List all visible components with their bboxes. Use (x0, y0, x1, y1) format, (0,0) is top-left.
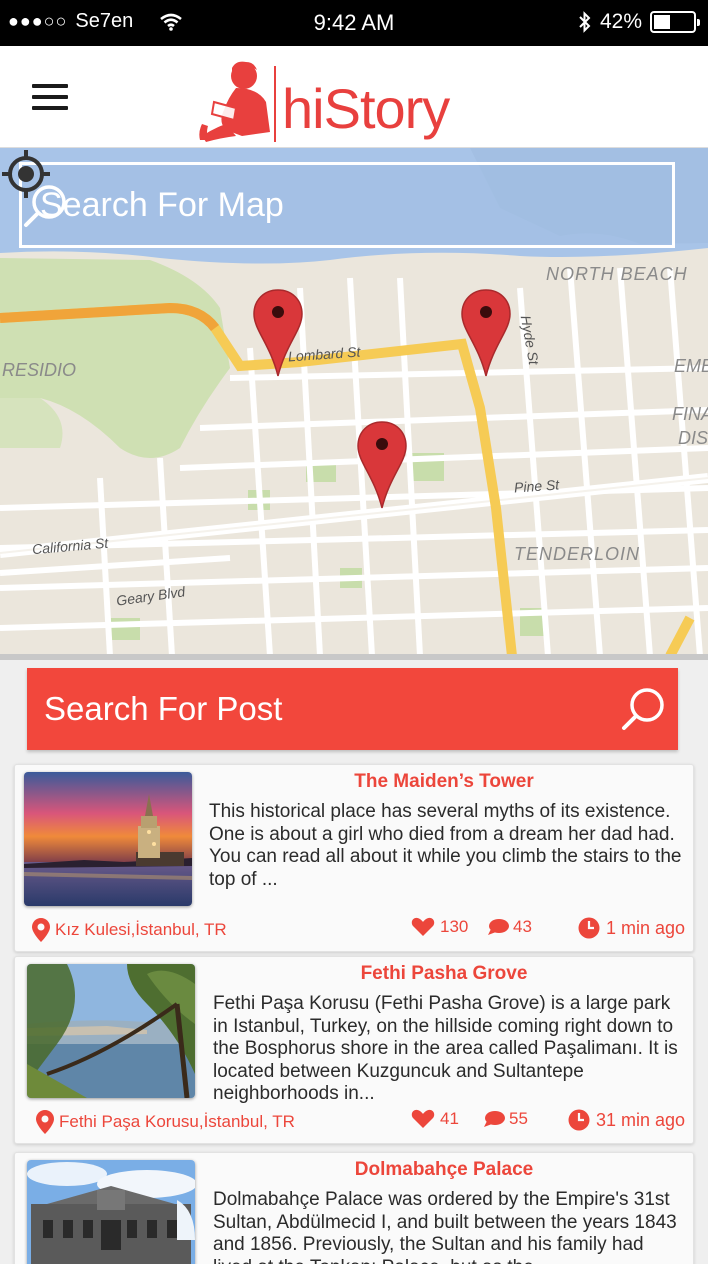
heart-icon (411, 1109, 435, 1128)
clock-icon (578, 917, 600, 939)
post-thumbnail[interactable] (27, 1160, 195, 1264)
my-location-icon[interactable] (0, 148, 52, 200)
post-location[interactable]: Kız Kulesi,İstanbul, TR (31, 917, 227, 943)
post-likes[interactable]: 41 (411, 1109, 459, 1129)
hamburger-menu-icon[interactable] (32, 84, 68, 112)
clock-icon (568, 1109, 590, 1131)
comment-icon (484, 1111, 505, 1127)
post-description: Fethi Paşa Korusu (Fethi Pasha Grove) is… (213, 993, 678, 1104)
post-thumbnail[interactable] (27, 964, 195, 1098)
post-card[interactable]: Fethi Pasha Grove Fethi Paşa Korusu (Fet… (14, 956, 694, 1144)
post-location-text: Kız Kulesi,İstanbul, TR (55, 920, 227, 939)
post-card[interactable]: The Maiden’s Tower This historical place… (14, 764, 694, 952)
heart-icon (411, 917, 435, 936)
post-time: 1 min ago (578, 917, 685, 939)
likes-count: 41 (440, 1109, 459, 1128)
post-time: 31 min ago (568, 1109, 685, 1131)
status-right: 42% (578, 10, 700, 34)
map-label: EMB (674, 356, 708, 376)
post-description: This historical place has several myths … (209, 801, 682, 890)
battery-percent: 42% (599, 10, 642, 33)
post-likes[interactable]: 130 (411, 917, 468, 937)
post-time-text: 31 min ago (595, 1109, 685, 1130)
map-label: RESIDIO (2, 360, 77, 380)
map-label: FINA (672, 404, 708, 424)
post-location[interactable]: Fethi Paşa Korusu,İstanbul, TR (35, 1109, 295, 1135)
map-pin-icon[interactable] (252, 288, 304, 378)
battery-fill (654, 15, 670, 29)
post-meta: Fethi Paşa Korusu,İstanbul, TR 41 55 31 … (35, 1107, 685, 1135)
app-logo: hiStory (196, 58, 486, 146)
status-bar: ●●●○○ Se7en 9:42 AM 42% (0, 0, 708, 46)
logo-divider (274, 66, 276, 142)
comment-icon (488, 919, 509, 935)
maidens-tower-photo (24, 772, 192, 906)
grove-photo (27, 964, 195, 1098)
post-comments[interactable]: 43 (487, 917, 532, 937)
map-pin-icon[interactable] (356, 420, 408, 510)
post-search-input[interactable] (27, 690, 587, 728)
post-title[interactable]: The Maiden’s Tower (205, 771, 683, 793)
map-label: TENDERLOIN (514, 544, 641, 564)
location-pin-icon (36, 1110, 54, 1134)
post-title[interactable]: Fethi Pasha Grove (205, 963, 683, 985)
post-card[interactable]: Dolmabahçe Palace Dolmabahçe Palace was … (14, 1152, 694, 1264)
post-search-bar (27, 668, 678, 750)
post-comments[interactable]: 55 (483, 1109, 528, 1129)
map-search-bar (19, 162, 675, 248)
post-title[interactable]: Dolmabahçe Palace (205, 1159, 683, 1181)
comments-count: 43 (513, 917, 532, 936)
reading-child-logo-icon (199, 61, 270, 142)
location-pin-icon (32, 918, 50, 942)
map-divider (0, 654, 708, 660)
battery-icon (650, 11, 700, 33)
map-label: NORTH BEACH (546, 264, 688, 284)
likes-count: 130 (440, 917, 469, 936)
comments-count: 55 (509, 1109, 528, 1128)
post-meta: Kız Kulesi,İstanbul, TR 130 43 1 min ago (31, 915, 685, 943)
post-location-text: Fethi Paşa Korusu,İstanbul, TR (59, 1112, 295, 1131)
post-thumbnail[interactable] (24, 772, 192, 906)
search-icon[interactable] (620, 686, 666, 732)
palace-photo (27, 1160, 195, 1264)
bluetooth-icon (579, 11, 591, 33)
app-header: hiStory (0, 46, 708, 148)
map-label: Pine St (513, 476, 560, 496)
map-label: DIS (678, 428, 708, 448)
map-pin-icon[interactable] (460, 288, 512, 378)
map-view[interactable]: NORTH BEACH RESIDIO Lombard St Hyde St E… (0, 148, 708, 656)
post-time-text: 1 min ago (605, 917, 685, 938)
logo-text: hiStory (282, 77, 450, 140)
map-search-input[interactable] (22, 185, 582, 225)
post-description: Dolmabahçe Palace was ordered by the Emp… (213, 1189, 677, 1264)
